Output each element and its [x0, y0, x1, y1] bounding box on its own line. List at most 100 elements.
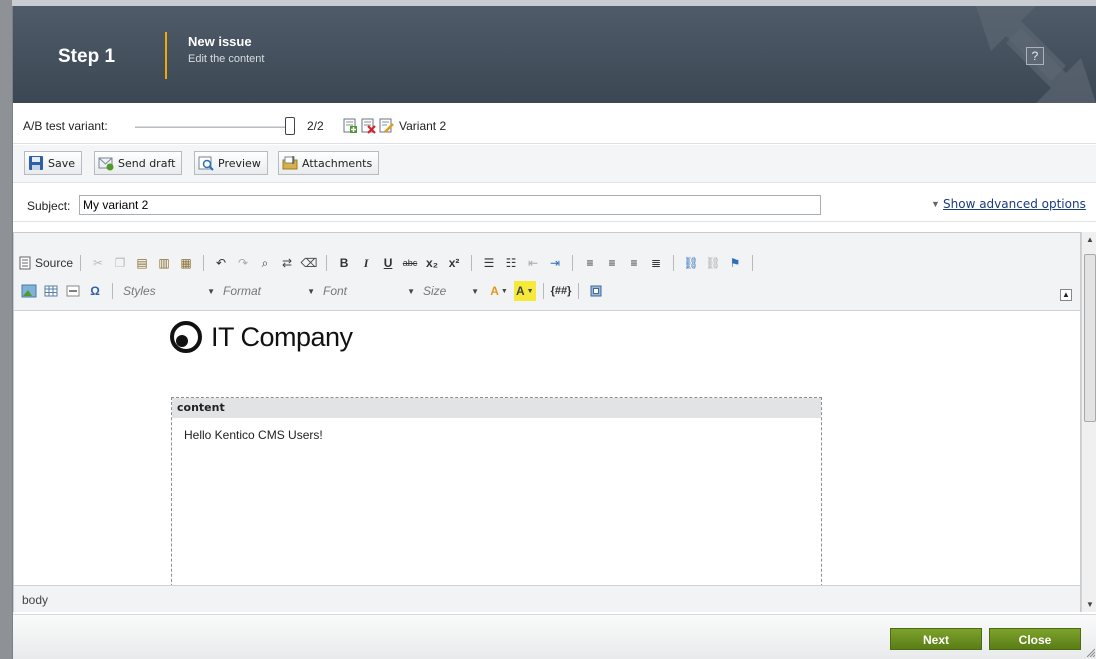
action-toolbar: Save Send draft Preview Attachments — [13, 145, 1096, 183]
format-dropdown[interactable]: Format ▼ — [219, 281, 319, 301]
bulleted-list-icon[interactable]: ☷ — [501, 253, 521, 273]
ab-test-variant-row: A/B test variant: 2/2 Variant 2 — [13, 108, 1096, 144]
variant-name: Variant 2 — [399, 119, 447, 133]
image-icon — [21, 284, 37, 298]
replace-icon[interactable]: ⇄ — [277, 253, 297, 273]
widget-icon — [590, 285, 602, 297]
source-button[interactable]: Source — [19, 253, 73, 273]
next-button[interactable]: Next — [890, 628, 982, 650]
send-draft-label: Send draft — [118, 156, 176, 170]
insert-image-icon[interactable] — [19, 281, 39, 301]
styles-label: Styles — [123, 284, 156, 298]
add-variant-icon[interactable] — [342, 118, 358, 134]
background-color-icon[interactable]: A ▼ — [514, 281, 536, 301]
numbered-list-icon[interactable]: ☰ — [479, 253, 499, 273]
find-icon[interactable]: ⌕ — [255, 253, 275, 273]
collapse-toolbar-icon[interactable]: ▲ — [1060, 289, 1072, 301]
insert-table-icon[interactable] — [41, 281, 61, 301]
chevron-down-icon: ▼ — [207, 286, 215, 296]
align-right-icon[interactable]: ≡ — [624, 253, 644, 273]
align-center-icon[interactable]: ≡ — [602, 253, 622, 273]
underline-button[interactable]: U — [378, 253, 398, 273]
insert-link-icon[interactable]: ⛓ — [681, 253, 701, 273]
editor-toolbar-row-1: Source ✂ ❐ ▤ ▥ ▦ ↶ ↷ ⌕ ⇄ ⌫ B I U abc x₂ — [18, 251, 759, 275]
editable-region-text[interactable]: Hello Kentico CMS Users! — [172, 418, 821, 452]
editable-region-title: content — [172, 398, 821, 418]
bold-button[interactable]: B — [334, 253, 354, 273]
save-label: Save — [48, 156, 76, 170]
vertical-scrollbar[interactable]: ▲ ▼ — [1081, 232, 1096, 612]
paste-text-icon[interactable]: ▥ — [154, 253, 174, 273]
cut-icon[interactable]: ✂ — [88, 253, 108, 273]
step-divider — [165, 32, 167, 79]
toolbar-separator — [572, 255, 574, 271]
toolbar-separator — [326, 255, 328, 271]
preview-button[interactable]: Preview — [194, 151, 268, 175]
toolbar-separator — [752, 255, 754, 271]
company-logo: IT Company — [169, 320, 353, 354]
subject-input[interactable] — [79, 195, 821, 215]
styles-dropdown[interactable]: Styles ▼ — [119, 281, 219, 301]
element-path-body[interactable]: body — [22, 593, 48, 607]
paste-icon[interactable]: ▤ — [132, 253, 152, 273]
undo-icon[interactable]: ↶ — [211, 253, 231, 273]
toolbar-separator — [673, 255, 675, 271]
insert-macro-button[interactable]: {##} — [551, 281, 572, 301]
editable-region[interactable]: content Hello Kentico CMS Users! — [171, 397, 822, 585]
format-label: Format — [223, 284, 262, 298]
source-icon — [19, 256, 31, 270]
indent-icon[interactable]: ⇥ — [545, 253, 565, 273]
horizontal-rule-icon[interactable] — [63, 281, 83, 301]
send-draft-button[interactable]: Send draft — [94, 151, 183, 175]
align-left-icon[interactable]: ≡ — [580, 253, 600, 273]
help-button[interactable]: ? — [1026, 47, 1044, 65]
attachments-button[interactable]: Attachments — [278, 151, 380, 175]
insert-widget-icon[interactable] — [586, 281, 606, 301]
special-character-icon[interactable]: Ω — [85, 281, 105, 301]
subscript-icon[interactable]: x₂ — [422, 253, 442, 273]
anchor-icon[interactable]: ⚑ — [725, 253, 745, 273]
scroll-up-icon[interactable]: ▲ — [1086, 235, 1094, 244]
size-label: Size — [423, 284, 447, 298]
send-draft-icon — [98, 157, 114, 171]
edit-variant-icon[interactable] — [378, 118, 394, 134]
save-button[interactable]: Save — [24, 151, 83, 175]
wysiwyg-editor: Source ✂ ❐ ▤ ▥ ▦ ↶ ↷ ⌕ ⇄ ⌫ B I U abc x₂ — [13, 232, 1081, 612]
editor-content-area[interactable]: IT Company content Hello Kentico CMS Use… — [14, 312, 1080, 585]
paste-word-icon[interactable]: ▦ — [176, 253, 196, 273]
font-label: Font — [323, 284, 348, 298]
italic-button[interactable]: I — [356, 253, 376, 273]
chevron-down-icon: ▼ — [471, 286, 479, 296]
horizontal-line-icon — [66, 285, 80, 297]
chevron-down-icon: ▼ — [307, 286, 315, 296]
preview-label: Preview — [218, 156, 261, 170]
show-advanced-options-link[interactable]: Show advanced options — [943, 197, 1086, 211]
close-button[interactable]: Close — [989, 628, 1081, 650]
font-dropdown[interactable]: Font ▼ — [319, 281, 419, 301]
toolbar-separator — [471, 255, 473, 271]
toolbar-separator — [112, 283, 113, 299]
text-color-icon[interactable]: A ▼ — [489, 281, 509, 301]
delete-variant-icon[interactable] — [360, 118, 376, 134]
step-label: Step 1 — [58, 46, 116, 67]
outdent-icon[interactable]: ⇤ — [523, 253, 543, 273]
subject-row: Subject: ▼ Show advanced options — [13, 184, 1096, 222]
scrollbar-thumb[interactable] — [1084, 254, 1096, 422]
resize-grip-icon[interactable] — [1085, 647, 1095, 657]
strikethrough-icon[interactable]: abc — [400, 253, 420, 273]
save-icon — [29, 156, 43, 170]
justify-icon[interactable]: ≣ — [646, 253, 666, 273]
size-dropdown[interactable]: Size ▼ — [419, 281, 483, 301]
copy-icon[interactable]: ❐ — [110, 253, 130, 273]
toolbar-separator — [542, 283, 544, 299]
unlink-icon[interactable]: ⛓ — [703, 253, 723, 273]
triangle-down-icon: ▼ — [931, 199, 940, 209]
scroll-down-icon[interactable]: ▼ — [1086, 600, 1094, 609]
redo-icon[interactable]: ↷ — [233, 253, 253, 273]
superscript-icon[interactable]: x² — [444, 253, 464, 273]
subject-label: Subject: — [27, 199, 71, 213]
wizard-footer: Next Close — [13, 614, 1096, 659]
variant-slider-track[interactable] — [135, 126, 287, 128]
variant-slider-handle[interactable] — [285, 117, 295, 135]
remove-format-icon[interactable]: ⌫ — [299, 253, 319, 273]
